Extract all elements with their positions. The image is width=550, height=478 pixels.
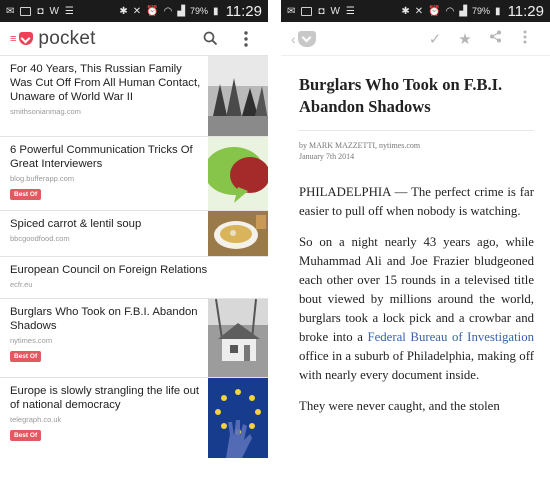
bluetooth-icon: ✱ [119, 5, 128, 17]
status-bar: ✉ ◘ W ☰ ✱ ✕ ⏰ ◠ ▟ 79% ▮ 11:29 [0, 0, 268, 22]
notification-icons: ✉ ◘ W ☰ [287, 6, 355, 17]
battery-icon: ▮ [495, 5, 501, 17]
clock: 11:29 [225, 2, 262, 20]
w-icon: W [49, 5, 59, 17]
best-of-badge: Best Of [10, 351, 42, 362]
battery-percent: 79% [472, 6, 491, 16]
back-chevron-icon[interactable]: ‹ [291, 31, 296, 47]
item-title: European Council on Foreign Relations [10, 264, 208, 276]
mail-icon: ✉ [287, 5, 296, 17]
item-source: smithsonianmag.com [10, 107, 81, 116]
item-source: blog.bufferapp.com [10, 174, 75, 183]
divider [299, 130, 534, 131]
bluetooth-icon: ✱ [401, 5, 410, 17]
list-item[interactable]: Burglars Who Took on F.B.I. Abandon Shad… [0, 299, 268, 378]
item-title: Burglars Who Took on F.B.I. Abandon Shad… [10, 306, 198, 332]
thumbnail-forest-image [208, 56, 268, 136]
search-icon[interactable] [198, 27, 222, 51]
notification-icons: ✉ ◘ W ☰ [6, 6, 74, 17]
item-source: nytimes.com [10, 336, 53, 345]
best-of-badge: Best Of [10, 189, 42, 200]
app-icon: ◘ [37, 5, 44, 17]
list-item[interactable]: Europe is slowly strangling the life out… [0, 378, 268, 458]
article-body: Burglars Who Took on F.B.I. Abandon Shad… [281, 56, 550, 416]
clock: 11:29 [507, 2, 544, 20]
alarm-icon: ⏰ [428, 5, 441, 17]
mail-icon: ✉ [6, 5, 15, 17]
article-list: For 40 Years, This Russian Family Was Cu… [0, 56, 268, 458]
item-source: bbcgoodfood.com [10, 234, 70, 243]
battery-percent: 79% [190, 6, 209, 16]
article-reader-screen: ✉ ◘ W ☰ ✱ ✕ ⏰ ◠ ▟ 79% ▮ 11:29 ‹ ✓ ★ Burg… [281, 0, 550, 478]
item-title: For 40 Years, This Russian Family Was Cu… [10, 63, 201, 103]
app-name: pocket [38, 27, 96, 49]
fbi-link[interactable]: Federal Bureau of Investigation [367, 330, 534, 344]
list-item[interactable]: For 40 Years, This Russian Family Was Cu… [0, 56, 268, 137]
paragraph-1: PHILADELPHIA — The perfect crime is far … [299, 185, 534, 218]
pocket-logo-icon[interactable] [297, 30, 316, 47]
pocket-logo-icon [19, 32, 34, 45]
wifi-icon: ◠ [445, 5, 455, 17]
list-item[interactable]: Spiced carrot & lentil soup bbcgoodfood.… [0, 211, 268, 257]
alarm-icon: ⏰ [146, 5, 159, 17]
pocket-list-screen: ✉ ◘ W ☰ ✱ ✕ ⏰ ◠ ▟ 79% ▮ 11:29 ≡ pocket F… [0, 0, 268, 478]
article-date: January 7th 2014 [299, 152, 355, 161]
item-title: Europe is slowly strangling the life out… [10, 385, 200, 411]
wifi-icon: ◠ [163, 5, 173, 17]
mute-icon: ✕ [132, 5, 142, 17]
signal-icon: ▟ [177, 5, 186, 17]
favorite-star-icon[interactable]: ★ [450, 30, 480, 48]
overflow-menu-icon[interactable] [510, 30, 540, 48]
archive-check-icon[interactable]: ✓ [420, 30, 450, 48]
mute-icon: ✕ [414, 5, 424, 17]
paragraph-2-text-end: office in a suburb of Philadelphia, maki… [299, 349, 534, 382]
best-of-badge: Best Of [10, 430, 42, 441]
thumbnail-house-image [208, 299, 268, 377]
item-title: Spiced carrot & lentil soup [10, 218, 142, 230]
item-title: 6 Powerful Communication Tricks Of Great… [10, 144, 193, 170]
article-title: Burglars Who Took on F.B.I. Abandon Shad… [299, 75, 503, 116]
thumbnail-speech-bubbles-image [208, 137, 268, 210]
menu-icon: ☰ [345, 5, 355, 17]
thumbnail-soup-image [208, 211, 268, 256]
nav-drawer-icon[interactable]: ≡ [10, 33, 16, 45]
overflow-menu-icon[interactable] [234, 27, 258, 51]
paragraph-3: They were never caught, and the stolen [299, 399, 500, 413]
list-item[interactable]: European Council on Foreign Relations ec… [0, 257, 268, 299]
item-source: ecfr.eu [10, 280, 33, 289]
list-item[interactable]: 6 Powerful Communication Tricks Of Great… [0, 137, 268, 211]
w-icon: W [330, 5, 340, 17]
signal-icon: ▟ [459, 5, 468, 17]
article-byline: by MARK MAZZETTI, nytimes.com [299, 141, 421, 150]
battery-icon: ▮ [213, 5, 219, 17]
paragraph-2: So on a night nearly 43 years ago, while… [299, 233, 534, 385]
share-icon[interactable] [480, 30, 510, 47]
menu-icon: ☰ [64, 5, 74, 17]
image-icon [301, 6, 313, 16]
reader-toolbar: ‹ ✓ ★ [281, 22, 550, 56]
item-source: telegraph.co.uk [10, 415, 62, 424]
image-icon [20, 6, 32, 16]
status-bar: ✉ ◘ W ☰ ✱ ✕ ⏰ ◠ ▟ 79% ▮ 11:29 [281, 0, 550, 22]
app-icon: ◘ [318, 5, 325, 17]
app-bar: ≡ pocket [0, 22, 268, 56]
thumbnail-eu-flag-image [208, 378, 268, 458]
paragraph-2-text: So on a night nearly 43 years ago, while… [299, 235, 534, 344]
